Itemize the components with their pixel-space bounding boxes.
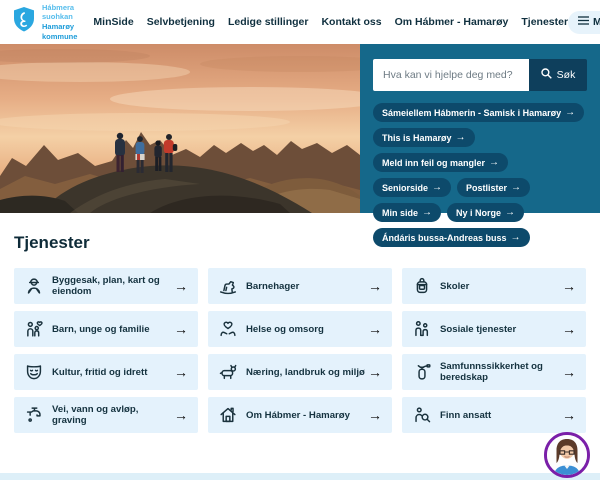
arrow-right-icon: → [562,321,576,337]
quick-links: Sámeiellem Hábmerin - Samisk i Hamarøy→ … [373,103,587,247]
service-card-naering[interactable]: Næring, landbruk og miljø → [208,354,392,390]
service-card-barnehager[interactable]: Barnehager → [208,268,392,304]
house-icon [217,404,239,426]
quick-link-seniorside[interactable]: Seniorside→ [373,178,451,197]
nav-item-om-habmer[interactable]: Om Hábmer - Hamarøy [395,16,509,28]
chat-assistant-avatar [547,435,587,475]
arrow-right-icon: → [174,407,188,423]
nav-item-ledige-stillinger[interactable]: Ledige stillinger [228,16,309,28]
arrow-right-icon: → [489,157,499,168]
arrow-right-icon: → [368,364,382,380]
arrow-right-icon: → [422,207,432,218]
cow-icon [217,361,239,383]
service-card-om-habmer[interactable]: Om Hábmer - Hamarøy → [208,397,392,433]
arrow-right-icon: → [511,232,521,243]
nav-item-kontakt-oss[interactable]: Kontakt oss [321,16,381,28]
service-card-beredskap[interactable]: Samfunnssikkerhet og beredskap → [402,354,586,390]
service-card-vei-vann[interactable]: Vei, vann og avløp, graving → [14,397,198,433]
people-group-icon [411,318,433,340]
service-card-byggesak[interactable]: Byggesak, plan, kart og eiendom → [14,268,198,304]
arrow-right-icon: → [174,321,188,337]
quick-link-min-side[interactable]: Min side→ [373,203,441,222]
arrow-right-icon: → [505,207,515,218]
hero-search-row: Søk [373,59,587,91]
theater-mask-icon [23,361,45,383]
hands-heart-icon [217,318,239,340]
quick-link-this-is-hamaroy[interactable]: This is Hamarøy→ [373,128,475,147]
hero-section: Søk Sámeiellem Hábmerin - Samisk i Hamar… [0,44,600,213]
logo-line-sami: Hábmera suohkan [42,3,77,23]
hero-search-panel: Søk Sámeiellem Hábmerin - Samisk i Hamar… [360,44,600,213]
service-card-helse-omsorg[interactable]: Helse og omsorg → [208,311,392,347]
arrow-right-icon: → [565,107,575,118]
service-card-skoler[interactable]: Skoler → [402,268,586,304]
service-card-barn-unge-familie[interactable]: Barn, unge og familie → [14,311,198,347]
arrow-right-icon: → [174,278,188,294]
logo-text: Hábmera suohkan Hamarøy kommune [42,3,77,42]
quick-link-samisk[interactable]: Sámeiellem Hábmerin - Samisk i Hamarøy→ [373,103,584,122]
arrow-right-icon: → [174,364,188,380]
nav-item-minside[interactable]: MinSide [93,16,133,28]
service-card-sosiale-tjenester[interactable]: Sosiale tjenester → [402,311,586,347]
arrow-right-icon: → [432,182,442,193]
quick-link-ny-i-norge[interactable]: Ny i Norge→ [447,203,524,222]
hamburger-icon [578,16,589,28]
arrow-right-icon: → [562,407,576,423]
nav-item-tjenester[interactable]: Tjenester [521,16,568,28]
footer-strip [0,473,600,480]
service-card-kultur[interactable]: Kultur, fritid og idrett → [14,354,198,390]
fire-extinguisher-icon [411,361,433,383]
menu-button[interactable]: Meny [568,11,600,34]
service-card-finn-ansatt[interactable]: Finn ansatt → [402,397,586,433]
family-heart-icon [23,318,45,340]
services-grid: Byggesak, plan, kart og eiendom → Barneh… [14,268,586,433]
main-nav: MinSide Selvbetjening Ledige stillinger … [93,16,568,28]
arrow-right-icon: → [368,321,382,337]
hamaroy-kommune-homepage: Hábmera suohkan Hamarøy kommune MinSide … [0,0,600,480]
rocking-horse-icon [217,275,239,297]
municipality-crest-icon [12,6,36,38]
search-icon [541,68,552,82]
arrow-right-icon: → [511,182,521,193]
arrow-right-icon: → [368,278,382,294]
hero-search-input[interactable] [373,59,529,91]
header-actions: Meny Søk [568,11,600,34]
nav-item-selvbetjening[interactable]: Selvbetjening [147,16,215,28]
arrow-right-icon: → [562,364,576,380]
municipality-logo[interactable]: Hábmera suohkan Hamarøy kommune [12,3,77,42]
menu-button-label: Meny [593,16,600,28]
hero-search-button-label: Søk [557,69,576,81]
arrow-right-icon: → [456,132,466,143]
construction-worker-icon [23,275,45,297]
chat-assistant-button[interactable] [544,432,590,478]
faucet-icon [23,404,45,426]
person-search-icon [411,404,433,426]
quick-link-meld-feil[interactable]: Meld inn feil og mangler→ [373,153,508,172]
quick-link-postlister[interactable]: Postlister→ [457,178,530,197]
logo-line-norwegian: Hamarøy kommune [42,22,77,42]
services-section: Tjenester Byggesak, plan, kart og eiendo… [0,233,600,433]
backpack-icon [411,275,433,297]
quick-link-andreas-buss[interactable]: Ándáris bussa-Andreas buss→ [373,228,530,247]
arrow-right-icon: → [368,407,382,423]
hero-search-button[interactable]: Søk [529,59,587,91]
top-header: Hábmera suohkan Hamarøy kommune MinSide … [0,0,600,44]
arrow-right-icon: → [562,278,576,294]
hero-landscape-photo [0,44,360,213]
